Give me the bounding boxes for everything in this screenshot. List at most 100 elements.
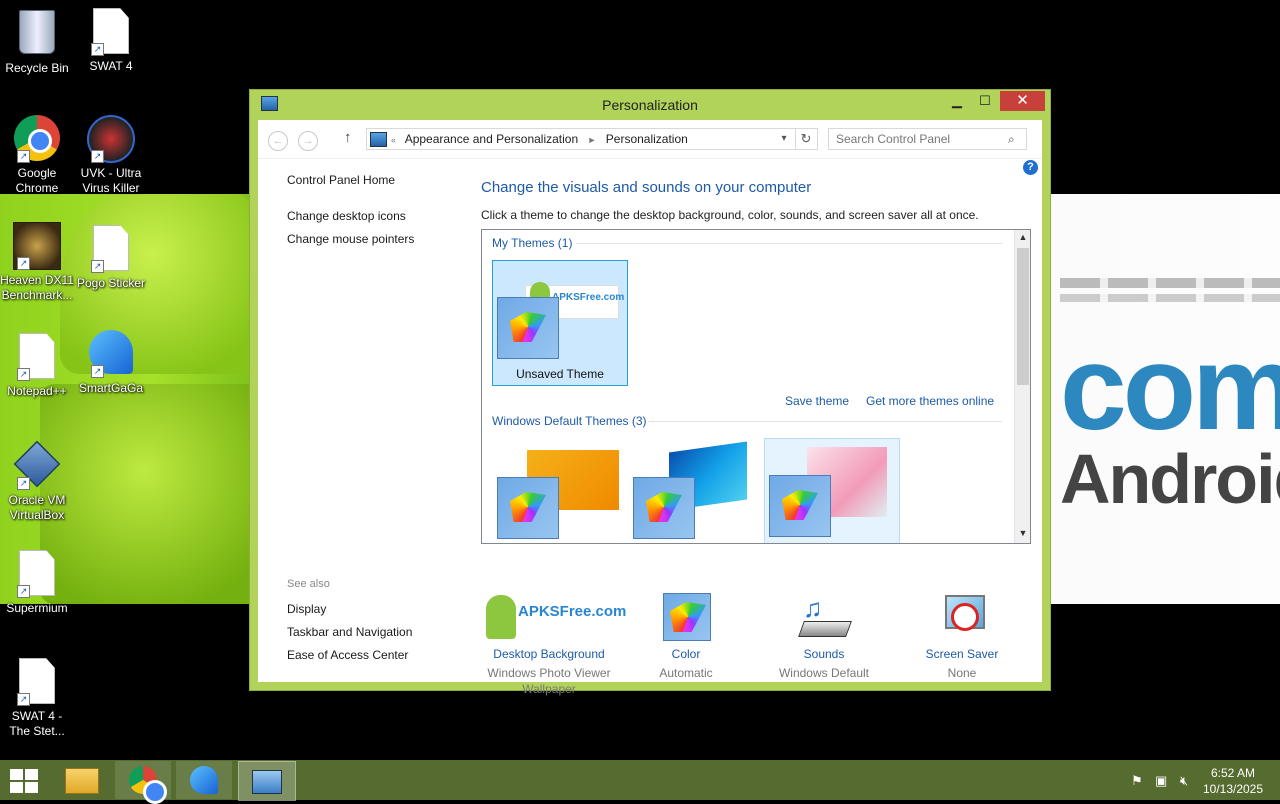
music-notes-icon: ♫ xyxy=(803,593,823,623)
wallpaper-stripe xyxy=(1060,294,1280,302)
color-value: Automatic xyxy=(659,666,713,680)
sounds-setting[interactable]: ♫ Sounds Windows Default xyxy=(754,593,894,681)
desktop-icon-label: Heaven DX11 Benchmark... xyxy=(0,273,74,302)
no-entry-icon xyxy=(951,603,979,631)
breadcrumb: « Appearance and Personalization ► Perso… xyxy=(391,129,694,150)
desktop-icon-swat4-stet[interactable]: ↗ SWAT 4 - The Stet... xyxy=(0,658,74,739)
desktop-icon-uvk[interactable]: ↗ UVK - Ultra Virus Killer xyxy=(74,115,148,196)
display-link[interactable]: Display xyxy=(287,602,326,616)
theme-list-scrollbar[interactable]: ▲ ▼ xyxy=(1014,230,1030,543)
clock-date: 10/13/2025 xyxy=(1202,782,1264,796)
color-fan-icon xyxy=(510,312,546,342)
action-center-flag-icon[interactable]: ⚑ xyxy=(1131,773,1143,789)
chrome-icon xyxy=(129,766,167,804)
scroll-up-icon[interactable]: ▲ xyxy=(1015,232,1030,242)
sounds-link[interactable]: Sounds xyxy=(754,647,894,661)
title-bar[interactable]: Personalization ▁ ☐ ✕ xyxy=(250,90,1050,120)
save-theme-link[interactable]: Save theme xyxy=(785,394,849,408)
desktop-icon-supermium[interactable]: ↗ Supermium xyxy=(0,550,74,616)
color-swatch xyxy=(769,475,831,537)
desktop-background-setting[interactable]: APKSFree.com Desktop Background Windows … xyxy=(479,593,626,697)
forward-button[interactable]: → xyxy=(298,131,318,151)
theme-unsaved[interactable]: APKSFree.com Unsaved Theme xyxy=(492,260,628,386)
desktop-icon-notepadpp[interactable]: ↗ Notepad++ xyxy=(0,333,74,399)
breadcrumb-overflow[interactable]: « xyxy=(391,135,396,145)
see-also-title: See also xyxy=(287,578,330,590)
my-themes-header: My Themes (1) xyxy=(492,236,573,250)
page-title: Change the visuals and sounds on your co… xyxy=(481,179,812,196)
screen-saver-value: None xyxy=(947,666,977,680)
desktop-icon-chrome[interactable]: ↗ Google Chrome xyxy=(0,115,74,196)
window-title: Personalization xyxy=(602,97,698,113)
android-logo-icon xyxy=(486,595,516,639)
theme-flowers[interactable] xyxy=(764,438,900,543)
taskbar-smartgaga[interactable] xyxy=(176,761,232,799)
color-link[interactable]: Color xyxy=(616,647,756,661)
back-button[interactable]: ← xyxy=(268,131,288,151)
screen-saver-setting[interactable]: Screen Saver None xyxy=(892,593,1032,681)
get-more-themes-link[interactable]: Get more themes online xyxy=(866,394,994,408)
chevron-down-icon[interactable]: ▾ xyxy=(775,129,793,149)
search-icon: ⌕ xyxy=(1008,132,1015,146)
theme-lines-and-colors[interactable] xyxy=(628,440,764,543)
control-panel-icon xyxy=(370,132,387,147)
shortcut-arrow-icon: ↗ xyxy=(17,257,30,270)
desktop-icon-pogo-sticker[interactable]: ↗ Pogo Sticker xyxy=(74,225,148,291)
search-input[interactable]: Search Control Panel ⌕ xyxy=(828,128,1027,150)
window-content: ← → ↑ « Appearance and Personalization ►… xyxy=(258,120,1042,696)
desktop-icon-label: SmartGaGa xyxy=(78,381,144,395)
desktop-icon-heaven[interactable]: ↗ Heaven DX11 Benchmark... xyxy=(0,222,74,303)
control-panel-home-link[interactable]: Control Panel Home xyxy=(287,173,395,187)
change-mouse-pointers-link[interactable]: Change mouse pointers xyxy=(287,232,414,246)
taskbar-control-panel[interactable] xyxy=(238,761,296,801)
desktop-icon-label: Notepad++ xyxy=(7,384,67,398)
desktop-icon-smartgaga[interactable]: ↗ SmartGaGa xyxy=(74,330,148,396)
refresh-icon[interactable]: ↻ xyxy=(795,129,816,149)
network-icon[interactable]: ▣ xyxy=(1155,773,1167,789)
volume-muted-icon[interactable]: 🔇︎ xyxy=(1180,773,1188,789)
breadcrumb-appearance[interactable]: Appearance and Personalization xyxy=(405,132,578,146)
minimize-button[interactable]: ▁ xyxy=(944,91,970,111)
shortcut-arrow-icon: ↗ xyxy=(17,693,30,706)
navigation-bar: ← → ↑ « Appearance and Personalization ►… xyxy=(258,120,1042,159)
change-desktop-icons-link[interactable]: Change desktop icons xyxy=(287,209,406,223)
up-arrow-icon[interactable]: ↑ xyxy=(344,129,352,146)
taskbar-navigation-link[interactable]: Taskbar and Navigation xyxy=(287,625,412,639)
scroll-down-icon[interactable]: ▼ xyxy=(1015,528,1030,538)
ease-of-access-link[interactable]: Ease of Access Center xyxy=(287,648,408,662)
sounds-icon: ♫ xyxy=(798,593,852,643)
desktop-icon-label: Recycle Bin xyxy=(5,61,69,75)
taskbar: ⚑ ▣ 🔇︎ 6:52 AM 10/13/2025 xyxy=(0,760,1280,804)
theme-windows[interactable] xyxy=(492,440,628,543)
desktop-background-icon: APKSFree.com xyxy=(482,593,626,643)
default-themes-header: Windows Default Themes (3) xyxy=(492,414,647,428)
desktop-background-link[interactable]: Desktop Background xyxy=(479,647,619,661)
desktop-background-value: Windows Photo Viewer Wallpaper xyxy=(487,666,611,696)
color-setting[interactable]: Color Automatic xyxy=(616,593,756,681)
color-fan-icon xyxy=(646,492,682,522)
system-clock[interactable]: 6:52 AM 10/13/2025 xyxy=(1198,765,1268,797)
help-icon[interactable]: ? xyxy=(1023,160,1038,175)
taskbar-file-explorer[interactable] xyxy=(54,761,110,799)
color-swatch xyxy=(497,297,559,359)
screen-saver-link[interactable]: Screen Saver xyxy=(892,647,1032,661)
sounds-value: Windows Default xyxy=(778,666,870,680)
shortcut-arrow-icon: ↗ xyxy=(17,585,30,598)
desktop-icon-swat4[interactable]: ↗ SWAT 4 xyxy=(74,8,148,74)
shortcut-arrow-icon: ↗ xyxy=(91,150,104,163)
desktop-icon-label: Oracle VM VirtualBox xyxy=(8,493,66,522)
shortcut-arrow-icon: ↗ xyxy=(17,368,30,381)
maximize-button[interactable]: ☐ xyxy=(972,91,998,111)
scrollbar-thumb[interactable] xyxy=(1017,248,1029,385)
breadcrumb-personalization[interactable]: Personalization xyxy=(606,132,688,146)
windows-start-icon[interactable] xyxy=(10,769,38,793)
close-button[interactable]: ✕ xyxy=(1000,91,1045,111)
preview-text: APKSFree.com xyxy=(518,603,627,620)
desktop-icon-virtualbox[interactable]: ↗ Oracle VM VirtualBox xyxy=(0,440,74,523)
chevron-right-icon[interactable]: ► xyxy=(588,135,597,145)
desktop-icon-recycle-bin[interactable]: Recycle Bin xyxy=(0,8,74,76)
taskbar-chrome[interactable] xyxy=(115,761,171,804)
address-bar[interactable]: « Appearance and Personalization ► Perso… xyxy=(366,128,818,150)
theme-list[interactable]: My Themes (1) APKSFree.com Unsaved Theme… xyxy=(481,229,1031,544)
color-fan-icon xyxy=(782,490,818,520)
